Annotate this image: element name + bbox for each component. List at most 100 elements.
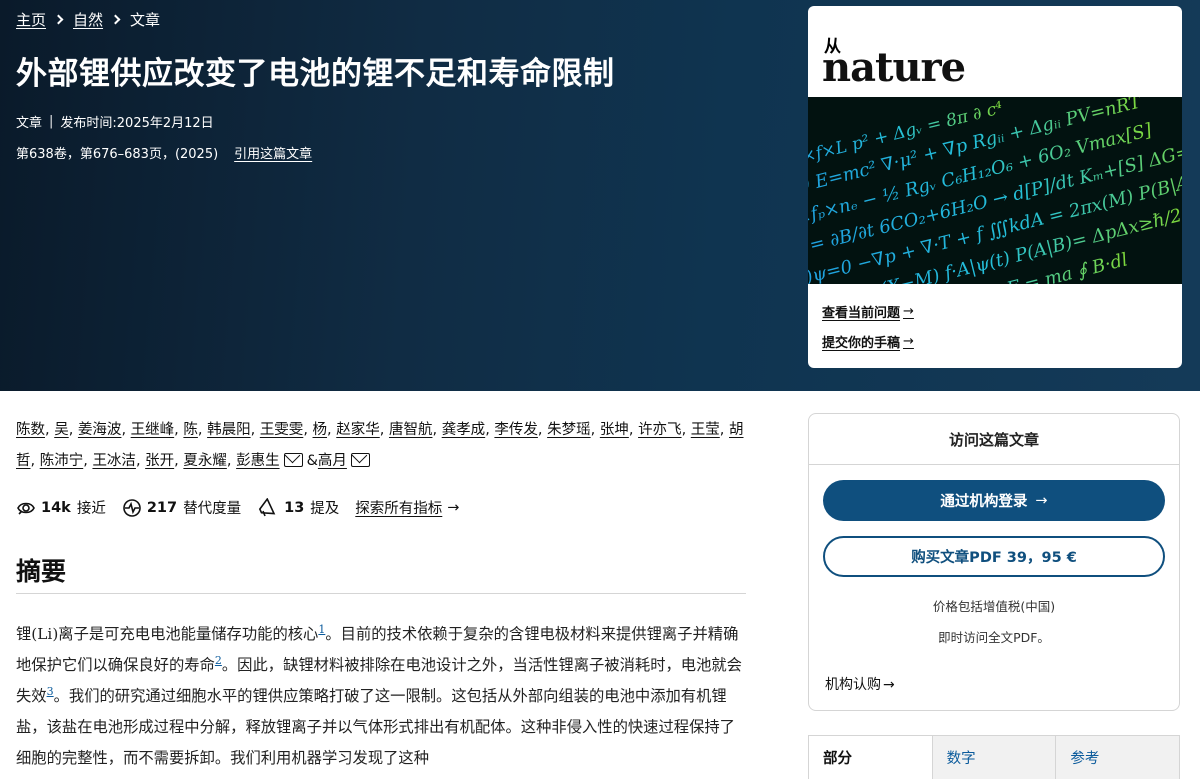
author-separator: , [432, 422, 442, 438]
author-line: 哲, 陈沛宁, 王冰洁, 张开, 夏永耀, 彭惠生 &高月 [16, 453, 374, 469]
explore-metrics-link[interactable]: 探索所有指标 → [355, 497, 459, 518]
abstract-segment: 锂(Li)离子是可充电电池能量储存功能的核心 [16, 625, 319, 643]
author-link[interactable]: 王莹 [691, 422, 720, 438]
citation-meta: 第638卷，第676–683页，(2025) 引用这篇文章 [16, 143, 786, 162]
institutional-subscription-label: 机构认购 [825, 677, 881, 693]
mentions-label: 提及 [310, 501, 340, 517]
nature-logo[interactable]: nature [822, 44, 966, 91]
author-link[interactable]: 张开 [145, 453, 174, 469]
author-link[interactable]: 许亦飞 [638, 422, 682, 438]
vat-note: 价格包括增值税(中国) [932, 599, 1056, 614]
author-link[interactable]: 张坤 [600, 422, 629, 438]
author-link[interactable]: 夏永耀 [183, 453, 227, 469]
tab-references[interactable]: 参考 [1055, 736, 1180, 779]
breadcrumb-journal[interactable]: 自然 [73, 9, 103, 30]
arrow-right-icon: → [883, 677, 895, 693]
reference-link[interactable]: 2 [215, 654, 222, 667]
chevron-right-icon [110, 14, 121, 24]
mentions-count: 13 [284, 499, 305, 516]
current-issue-link[interactable]: 查看当前问题 → [822, 302, 914, 321]
author-link[interactable]: 姜海波 [78, 422, 122, 438]
author-link[interactable]: 朱梦瑶 [547, 422, 591, 438]
access-panel: 访问这篇文章 通过机构登录 → 购买文章PDF 39，95 € 价格包括增值税(… [808, 413, 1180, 711]
author-separator: , [174, 453, 184, 469]
submit-manuscript-link[interactable]: 提交你的手稿 → [822, 332, 914, 351]
altmetric-score: 217 [146, 499, 178, 516]
author-link[interactable]: 杨 [313, 422, 328, 438]
arrow-right-icon: → [447, 499, 460, 516]
tab-sections[interactable]: 部分 [809, 736, 932, 779]
breadcrumb-home[interactable]: 主页 [16, 9, 46, 30]
accesses-label: 接近 [76, 501, 106, 517]
arrow-right-icon: → [903, 304, 914, 319]
reference-link[interactable]: 3 [47, 685, 54, 698]
author-separator: , [30, 453, 40, 469]
author-link[interactable]: 彭惠生 [236, 453, 280, 469]
author-separator: , [379, 422, 389, 438]
institutional-subscription-link[interactable]: 机构认购 → [823, 674, 895, 694]
article-header-content: 主页 自然 文章 外部锂供应改变了电池的锂不足和寿命限制 文章 | 发布时间:2… [16, 8, 786, 163]
author-line: 陈数, 吴, 姜海波, 王继峰, 陈, 韩晨阳, 王雯雯, 杨, 赵家华, 唐智… [16, 422, 744, 438]
current-issue-label: 查看当前问题 [822, 306, 901, 321]
author-link[interactable]: 王继峰 [131, 422, 175, 438]
arrow-right-icon: → [1035, 492, 1048, 509]
author-link[interactable]: 胡 [729, 422, 744, 438]
meta-divider: | [49, 114, 54, 129]
author-link[interactable]: 吴 [54, 422, 69, 438]
author-link[interactable]: 龚孝成 [442, 422, 486, 438]
journal-card: 从 nature fx f×f×L p² + Δgᵥ = 8π ∂ c⁴ S=0… [808, 6, 1182, 368]
megaphone-icon [258, 497, 276, 516]
volume-pages: 第638卷，第676–683页，(2025) [16, 147, 219, 162]
published-date: 发布时间:2025年2月12日 [60, 116, 214, 131]
chevron-right-icon [53, 14, 64, 24]
author-separator: , [45, 422, 55, 438]
submit-manuscript-label: 提交你的手稿 [822, 336, 901, 351]
altmetric-metric: 217 替代度量 [122, 497, 241, 518]
author-link[interactable]: 高月 [318, 453, 347, 469]
abstract-text: 锂(Li)离子是可充电电池能量储存功能的核心1。目前的技术依赖于复杂的含锂电极材… [16, 619, 748, 774]
breadcrumb: 主页 自然 文章 [16, 8, 786, 30]
author-separator: , [327, 422, 337, 438]
journal-cover-image[interactable]: fx f×f×L p² + Δgᵥ = 8π ∂ c⁴ S=0 E=mc² ∇·… [808, 97, 1182, 284]
author-separator: & [306, 453, 318, 469]
tab-figures[interactable]: 数字 [931, 736, 1056, 779]
article-nav-tabs: 部分 数字 参考 [808, 735, 1180, 779]
author-list: 陈数, 吴, 姜海波, 王继峰, 陈, 韩晨阳, 王雯雯, 杨, 赵家华, 唐智… [16, 415, 746, 477]
author-link[interactable]: 李传发 [494, 422, 538, 438]
author-separator: , [303, 422, 313, 438]
author-link[interactable]: 赵家华 [336, 422, 380, 438]
abstract-heading: 摘要 [16, 557, 67, 586]
access-panel-title: 访问这篇文章 [809, 414, 1179, 465]
author-separator: , [135, 453, 146, 469]
author-link[interactable]: 哲 [16, 453, 31, 469]
author-link[interactable]: 唐智航 [389, 422, 433, 438]
explore-metrics-label: 探索所有指标 [355, 501, 443, 517]
author-link[interactable]: 陈数 [16, 422, 45, 438]
author-link[interactable]: 王雯雯 [260, 422, 304, 438]
altmetric-label: 替代度量 [183, 501, 242, 517]
article-meta: 文章 | 发布时间:2025年2月12日 [16, 112, 786, 131]
author-separator: , [68, 422, 78, 438]
buy-article-button[interactable]: 购买文章PDF 39，95 € [823, 536, 1165, 577]
altmetric-icon [123, 498, 141, 517]
author-link[interactable]: 王冰洁 [92, 453, 136, 469]
author-separator: , [628, 422, 639, 438]
author-separator: , [719, 422, 729, 438]
arrow-right-icon: → [903, 334, 914, 349]
eye-icon [17, 502, 35, 515]
breadcrumb-current: 文章 [130, 10, 161, 29]
institution-login-button[interactable]: 通过机构登录 → [823, 480, 1165, 521]
article-type: 文章 [16, 116, 43, 131]
divider [16, 593, 746, 594]
article-header: 主页 自然 文章 外部锂供应改变了电池的锂不足和寿命限制 文章 | 发布时间:2… [0, 0, 1200, 391]
institution-login-label: 通过机构登录 [940, 494, 1028, 510]
author-link[interactable]: 陈 [183, 422, 198, 438]
cite-article-link[interactable]: 引用这篇文章 [234, 143, 312, 162]
email-icon[interactable] [350, 453, 370, 467]
author-link[interactable]: 韩晨阳 [207, 422, 251, 438]
page-title: 外部锂供应改变了电池的锂不足和寿命限制 [16, 56, 615, 92]
author-link[interactable]: 陈沛宁 [40, 453, 84, 469]
email-icon[interactable] [283, 453, 303, 467]
accesses-count: 14k [41, 499, 71, 516]
author-separator: , [197, 422, 208, 438]
